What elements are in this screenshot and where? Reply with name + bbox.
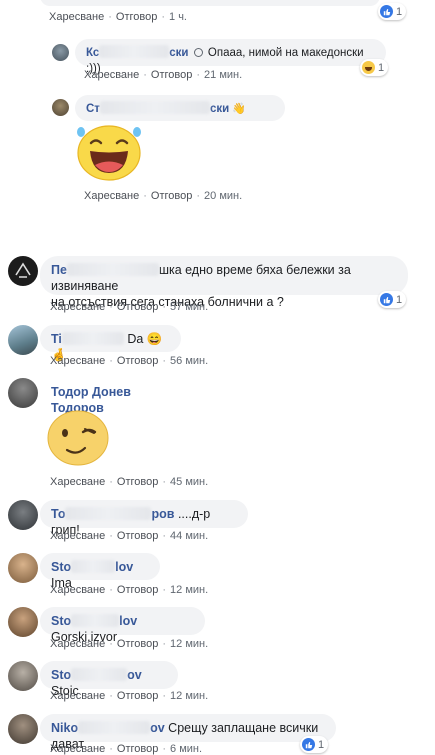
reply-link[interactable]: Отговор [117, 584, 158, 596]
blurred-name [71, 668, 128, 681]
timestamp: 21 мин. [204, 69, 243, 81]
comment-bubble: Sto lov Ima [40, 553, 160, 590]
author-name[interactable]: Ti [51, 332, 124, 346]
like-link[interactable]: Харесване [50, 584, 105, 596]
reply-link[interactable]: Отговор [117, 743, 158, 755]
reply-name-bubble: Ст ски 👋 [75, 95, 285, 121]
reply-link[interactable]: Отговор [116, 11, 157, 23]
author-name[interactable]: Пе [51, 263, 159, 277]
author-name[interactable]: То ров [51, 507, 174, 521]
avatar[interactable] [8, 661, 38, 691]
avatar[interactable] [8, 714, 38, 744]
like-link[interactable]: Харесване [50, 690, 105, 702]
comment-actions: Харесване · Отговор · 12 мин. [50, 638, 209, 650]
like-link[interactable]: Харесване [84, 190, 139, 202]
reply-link[interactable]: Отговор [117, 301, 158, 313]
timestamp: 56 мин. [170, 355, 209, 367]
waving-hand-icon: 👋 [232, 103, 247, 115]
comment-actions: Харесване · Отговор · 57 мин. [50, 301, 209, 313]
timestamp: 57 мин. [170, 301, 209, 313]
avatar[interactable] [8, 553, 38, 583]
timestamp: 20 мин. [204, 190, 243, 202]
timestamp: 1 ч. [169, 11, 187, 23]
blurred-name [65, 507, 152, 520]
comment-bubble: Пе шка едно време бяха бележки за извиняв… [40, 256, 408, 309]
avatar[interactable] [8, 500, 38, 530]
comment-actions: Харесване · Отговор · 12 мин. [50, 690, 209, 702]
comment-bubble: Sto lov Gorski.izvor [40, 607, 205, 644]
comment-name-bubble: Тодор Донев Тодоров [40, 378, 180, 415]
avatar[interactable] [52, 99, 69, 116]
author-name[interactable]: Niko ov [51, 721, 165, 735]
thumbs-up-icon [302, 738, 315, 751]
reply-link[interactable]: Отговор [151, 190, 192, 202]
timestamp: 6 мин. [170, 743, 203, 755]
like-link[interactable]: Харесване [84, 69, 139, 81]
comment-actions: Харесване · Отговор · 44 мин. [50, 530, 209, 542]
timestamp: 45 мин. [170, 476, 209, 488]
blurred-name [61, 332, 124, 345]
author-name[interactable]: Ст ски [86, 101, 229, 115]
comment-actions: Харесване · Отговор · 56 мин. [50, 355, 209, 367]
thumbs-up-icon [380, 5, 393, 18]
reply-link[interactable]: Отговор [117, 355, 158, 367]
like-reaction-badge[interactable]: 1 [300, 736, 329, 753]
blurred-name [99, 45, 170, 58]
avatar[interactable] [8, 256, 38, 286]
like-link[interactable]: Харесване [49, 11, 104, 23]
like-link[interactable]: Харесване [50, 476, 105, 488]
laughing-face-sticker [77, 125, 141, 181]
blurred-name [99, 101, 210, 114]
avatar[interactable] [8, 378, 38, 408]
blurred-name [66, 263, 159, 276]
laughing-face-icon [362, 61, 375, 74]
timestamp: 44 мин. [170, 530, 209, 542]
like-link[interactable]: Харесване [50, 530, 105, 542]
like-link[interactable]: Харесване [50, 301, 105, 313]
avatar[interactable] [52, 44, 69, 61]
blurred-name [78, 721, 151, 734]
avatar[interactable] [8, 607, 38, 637]
comment-bubble: Ti Da 😄🤞 [40, 325, 181, 362]
top-comment-actions: Харесване · Отговор · 1 ч. [49, 11, 187, 23]
blurred-name [71, 614, 120, 627]
like-reaction-badge[interactable]: 1 [378, 3, 407, 20]
timestamp: 12 мин. [170, 638, 209, 650]
comment-actions: Харесване · Отговор · 6 мин. [50, 743, 203, 755]
reply-link[interactable]: Отговор [117, 476, 158, 488]
thumbs-up-icon [380, 293, 393, 306]
author-name[interactable]: Кс ски [86, 45, 189, 59]
reply-link[interactable]: Отговор [117, 638, 158, 650]
like-reaction-badge[interactable]: 1 [378, 291, 407, 308]
comment-bubble: Niko ov Срещу заплащане всички дават [40, 714, 336, 751]
comment-actions: Харесване · Отговор · 45 мин. [50, 476, 209, 488]
author-name[interactable]: Sto ov [51, 668, 142, 682]
author-name[interactable]: Sto lov [51, 560, 133, 574]
verified-icon [193, 48, 203, 57]
reply-actions: Харесване · Отговор · 20 мин. [84, 190, 243, 202]
reply-link[interactable]: Отговор [151, 69, 192, 81]
timestamp: 12 мин. [170, 690, 209, 702]
avatar[interactable] [8, 325, 38, 355]
like-link[interactable]: Харесване [50, 638, 105, 650]
reply-bubble: Кс ски Опааа, нимой на македонски :))) [75, 39, 386, 75]
like-link[interactable]: Харесване [50, 743, 105, 755]
timestamp: 12 мин. [170, 584, 209, 596]
comment-actions: Харесване · Отговор · 12 мин. [50, 584, 209, 596]
reply-link[interactable]: Отговор [117, 690, 158, 702]
haha-reaction-badge[interactable]: 1 [360, 59, 389, 76]
author-name[interactable]: Sto lov [51, 614, 137, 628]
like-link[interactable]: Харесване [50, 355, 105, 367]
comment-bubble: Sto ov Stoic [40, 661, 178, 698]
reply-actions: Харесване · Отговор · 21 мин. [84, 69, 243, 81]
winking-face-sticker [47, 410, 109, 466]
avatar-logo [15, 262, 31, 278]
top-comment-bubble [40, 0, 380, 6]
blurred-name [71, 560, 116, 573]
reply-link[interactable]: Отговор [117, 530, 158, 542]
comment-bubble: То ров ....д-р грип! [40, 500, 248, 537]
